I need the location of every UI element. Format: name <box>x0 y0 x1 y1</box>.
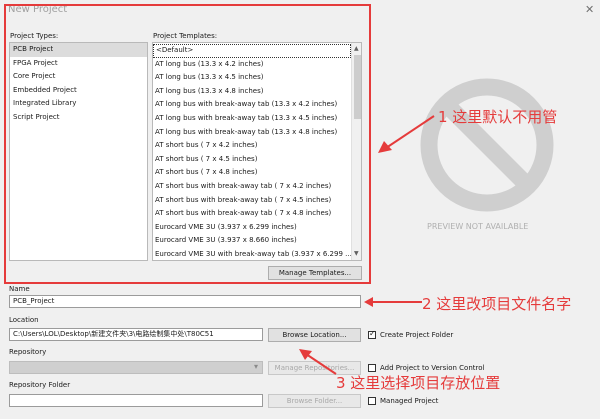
project-template-item[interactable]: AT short bus with break-away tab ( 7 x 4… <box>153 194 351 208</box>
project-template-item[interactable]: AT short bus with break-away tab ( 7 x 4… <box>153 207 351 221</box>
annotation-text-3: 3 这里选择项目存放位置 <box>336 374 501 392</box>
project-template-item[interactable]: AT long bus (13.3 x 4.5 inches) <box>153 71 351 85</box>
location-input[interactable]: C:\Users\LOL\Desktop\新建文件夹\3\电路绘制集中处\T80… <box>9 328 263 341</box>
project-template-item[interactable]: AT short bus ( 7 x 4.2 inches) <box>153 139 351 153</box>
browse-folder-button[interactable]: Browse Folder... <box>268 394 361 408</box>
browse-location-button[interactable]: Browse Location... <box>268 328 361 342</box>
annotation-arrow-3 <box>299 349 337 375</box>
project-template-item[interactable]: Eurocard VME 3U with break-away tab (3.9… <box>153 248 352 260</box>
project-template-item[interactable]: AT short bus with break-away tab ( 7 x 4… <box>153 180 351 194</box>
annotation-arrow-1 <box>378 115 435 153</box>
project-name-input[interactable]: PCB_Project <box>9 295 361 308</box>
add-to-version-control-label: Add Project to Version Control <box>380 364 485 372</box>
project-template-item[interactable]: Eurocard VME 3U (3.937 x 8.660 inches) <box>153 234 351 248</box>
project-template-item[interactable]: Eurocard VME 3U (3.937 x 6.299 inches) <box>153 221 351 235</box>
create-project-folder-label: Create Project Folder <box>380 331 454 339</box>
managed-project-checkbox[interactable] <box>368 397 376 405</box>
checkmark-icon: ✓ <box>369 329 376 338</box>
close-icon[interactable]: ✕ <box>585 3 594 16</box>
manage-templates-button[interactable]: Manage Templates... <box>268 266 362 280</box>
location-label: Location <box>9 316 39 324</box>
project-template-item[interactable]: AT long bus (13.3 x 4.2 inches) <box>153 58 351 72</box>
project-type-item[interactable]: FPGA Project <box>10 57 147 71</box>
repository-select[interactable]: ▾ <box>9 361 263 374</box>
add-to-version-control-checkbox[interactable] <box>368 364 376 372</box>
annotation-arrow-2 <box>364 297 422 307</box>
scrollbar-thumb[interactable] <box>354 55 361 119</box>
repository-folder-input[interactable] <box>9 394 263 407</box>
project-template-item[interactable]: AT short bus ( 7 x 4.8 inches) <box>153 166 351 180</box>
create-project-folder-checkbox[interactable]: ✓ <box>368 329 376 339</box>
project-type-item[interactable]: Embedded Project <box>10 84 147 98</box>
project-type-item[interactable]: Integrated Library <box>10 97 147 111</box>
project-type-item[interactable]: PCB Project <box>10 43 147 57</box>
project-template-item[interactable]: <Default> <box>153 44 351 58</box>
project-templates-label: Project Templates: <box>153 32 218 40</box>
annotation-text-2: 2 这里改项目文件名字 <box>422 295 572 313</box>
preview-not-available-text: PREVIEW NOT AVAILABLE <box>427 222 529 231</box>
name-label: Name <box>9 285 30 293</box>
scroll-up-icon[interactable]: ▲ <box>354 45 359 52</box>
repository-folder-label: Repository Folder <box>9 381 71 389</box>
managed-project-label: Managed Project <box>380 397 439 405</box>
project-template-item[interactable]: AT long bus (13.3 x 4.8 inches) <box>153 85 351 99</box>
project-types-list[interactable]: PCB Project FPGA Project Core Project Embed… <box>9 42 148 261</box>
templates-scrollbar[interactable]: ▲ ▼ <box>351 43 361 260</box>
project-types-label: Project Types: <box>10 32 59 40</box>
project-templates-list[interactable]: <Default> AT long bus (13.3 x 4.2 inches)… <box>152 42 362 261</box>
project-type-item[interactable]: Core Project <box>10 70 147 84</box>
repository-label: Repository <box>9 348 47 356</box>
project-template-item[interactable]: AT long bus with break-away tab (13.3 x … <box>153 112 351 126</box>
project-type-item[interactable]: Script Project <box>10 111 147 125</box>
project-template-item[interactable]: AT short bus ( 7 x 4.5 inches) <box>153 153 351 167</box>
scroll-down-icon[interactable]: ▼ <box>354 250 359 257</box>
dropdown-arrow-icon: ▾ <box>253 362 258 371</box>
project-template-item[interactable]: AT long bus with break-away tab (13.3 x … <box>153 98 351 112</box>
annotation-text-1: 1 这里默认不用管 <box>438 108 558 126</box>
project-template-item[interactable]: AT long bus with break-away tab (13.3 x … <box>153 126 351 140</box>
